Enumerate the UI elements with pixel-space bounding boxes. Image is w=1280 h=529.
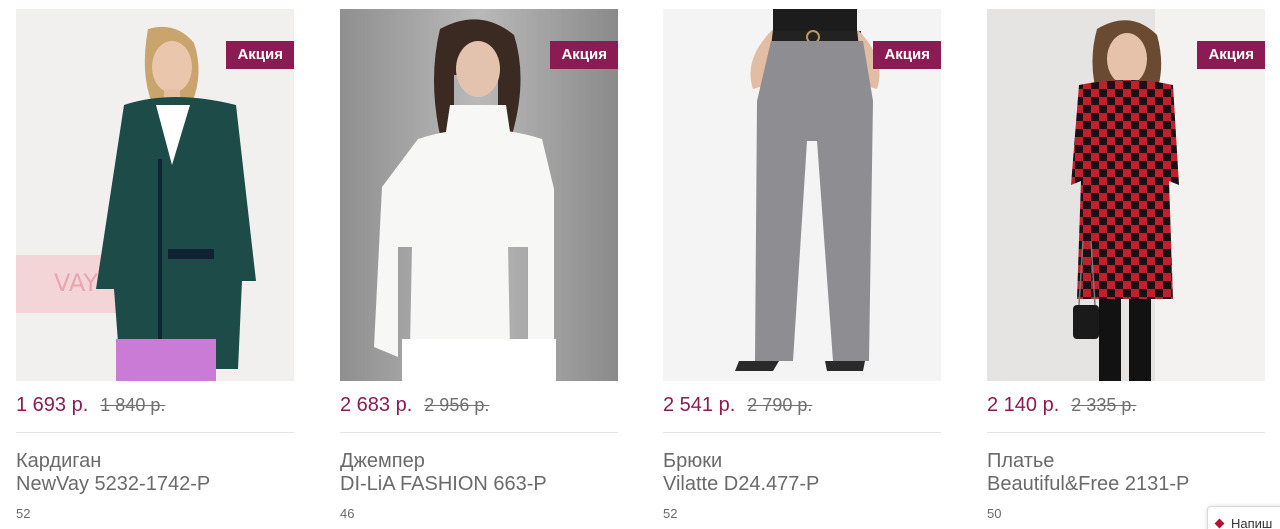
current-price: 2 683 р. bbox=[340, 394, 413, 416]
old-price: 2 335 р. bbox=[1071, 395, 1137, 415]
old-price: 2 956 р. bbox=[424, 395, 490, 415]
current-price: 1 693 р. bbox=[16, 394, 89, 416]
price-block: 2 541 р. 2 790 р. bbox=[663, 394, 812, 422]
product-title-link[interactable]: Платье Beautiful&Free 2131-Р bbox=[987, 450, 1265, 496]
old-price: 1 840 р. bbox=[100, 395, 166, 415]
product-model: Beautiful&Free 2131-Р bbox=[987, 473, 1190, 495]
product-card[interactable]: Акция 2 140 р. 2 335 р. Платье Beautiful… bbox=[987, 0, 1267, 529]
product-image[interactable]: Акция bbox=[340, 9, 618, 381]
price-block: 1 693 р. 1 840 р. bbox=[16, 394, 165, 422]
product-size: 52 bbox=[663, 506, 678, 521]
chat-diamond-icon bbox=[1214, 518, 1225, 529]
promo-badge: Акция bbox=[873, 41, 941, 69]
product-grid: VAY Акция 1 693 р. 1 840 р. Кардиган New… bbox=[0, 0, 1280, 529]
old-price: 2 790 р. bbox=[747, 395, 813, 415]
product-card[interactable]: Акция 2 683 р. 2 956 р. Джемпер DI-LiA F… bbox=[340, 0, 620, 529]
product-model: NewVay 5232-1742-Р bbox=[16, 473, 211, 495]
product-title-link[interactable]: Джемпер DI-LiA FASHION 663-Р bbox=[340, 450, 618, 496]
product-category: Джемпер bbox=[340, 450, 425, 472]
product-model: Vilatte D24.477-Р bbox=[663, 473, 820, 495]
divider bbox=[987, 432, 1265, 433]
product-category: Кардиган bbox=[16, 450, 102, 472]
product-size: 52 bbox=[16, 506, 31, 521]
promo-badge: Акция bbox=[226, 41, 294, 69]
product-title-link[interactable]: Брюки Vilatte D24.477-Р bbox=[663, 450, 941, 496]
product-category: Платье bbox=[987, 450, 1055, 472]
svg-text:VAY: VAY bbox=[54, 269, 98, 297]
chat-widget-label: Напиш bbox=[1231, 516, 1273, 529]
product-category: Брюки bbox=[663, 450, 723, 472]
product-image[interactable]: Акция bbox=[987, 9, 1265, 381]
product-image[interactable]: VAY Акция bbox=[16, 9, 294, 381]
product-card[interactable]: Акция 2 541 р. 2 790 р. Брюки Vilatte D2… bbox=[663, 0, 943, 529]
product-size: 46 bbox=[340, 506, 355, 521]
promo-badge: Акция bbox=[1197, 41, 1265, 69]
price-block: 2 683 р. 2 956 р. bbox=[340, 394, 489, 422]
price-block: 2 140 р. 2 335 р. bbox=[987, 394, 1136, 422]
product-card[interactable]: VAY Акция 1 693 р. 1 840 р. Кардиган New… bbox=[16, 0, 296, 529]
product-image[interactable]: Акция bbox=[663, 9, 941, 381]
product-title-link[interactable]: Кардиган NewVay 5232-1742-Р bbox=[16, 450, 294, 496]
product-model: DI-LiA FASHION 663-Р bbox=[340, 473, 547, 495]
divider bbox=[663, 432, 941, 433]
current-price: 2 541 р. bbox=[663, 394, 736, 416]
promo-badge: Акция bbox=[550, 41, 618, 69]
divider bbox=[16, 432, 294, 433]
chat-widget-button[interactable]: Напиш bbox=[1207, 506, 1280, 529]
divider bbox=[340, 432, 618, 433]
current-price: 2 140 р. bbox=[987, 394, 1060, 416]
product-size: 50 bbox=[987, 506, 1002, 521]
